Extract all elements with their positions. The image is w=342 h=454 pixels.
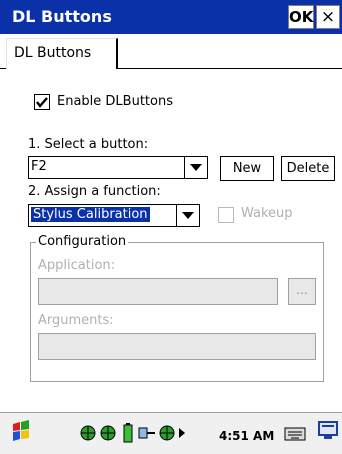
browse-button[interactable]: ... [288,278,316,305]
chevron-down-icon[interactable] [176,205,199,226]
function-select-value: Stylus Calibration [31,207,150,222]
wakeup-checkbox[interactable] [218,207,234,223]
assign-function-label: 2. Assign a function: [28,184,161,199]
tab-dl-buttons[interactable]: DL Buttons [6,38,118,69]
close-button[interactable]: × [316,5,340,29]
usb-connection-icon[interactable] [138,425,156,441]
configuration-legend: Configuration [36,234,129,249]
button-select-value: F2 [31,159,47,174]
select-button-label: 1. Select a button: [28,137,149,152]
enable-dlbuttons-checkbox[interactable] [34,94,50,110]
network-globe-icon[interactable] [100,425,116,441]
network-globe-icon[interactable] [80,425,96,441]
clock-time[interactable]: 4:51 AM [219,429,274,443]
start-flag-icon[interactable] [10,420,32,442]
keyboard-icon[interactable] [284,422,306,442]
arguments-field[interactable] [38,333,316,360]
application-label: Application: [38,258,116,273]
battery-icon[interactable] [122,423,134,443]
enable-dlbuttons-label: Enable DLButtons [57,94,173,109]
delete-button[interactable]: Delete [281,156,335,181]
network-globe-icon[interactable] [159,425,175,441]
ok-button[interactable]: OK [288,5,314,29]
wakeup-label: Wakeup [241,206,293,221]
function-select[interactable]: Stylus Calibration [28,204,200,227]
button-select[interactable]: F2 [28,156,208,179]
window-title: DL Buttons [12,7,112,26]
new-button[interactable]: New [220,156,274,181]
application-field[interactable] [38,278,278,305]
chevron-down-icon[interactable] [184,157,207,178]
arguments-label: Arguments: [38,313,114,328]
checkmark-icon [36,97,48,108]
tray-expand-icon[interactable] [178,428,186,438]
display-icon[interactable] [318,420,340,442]
